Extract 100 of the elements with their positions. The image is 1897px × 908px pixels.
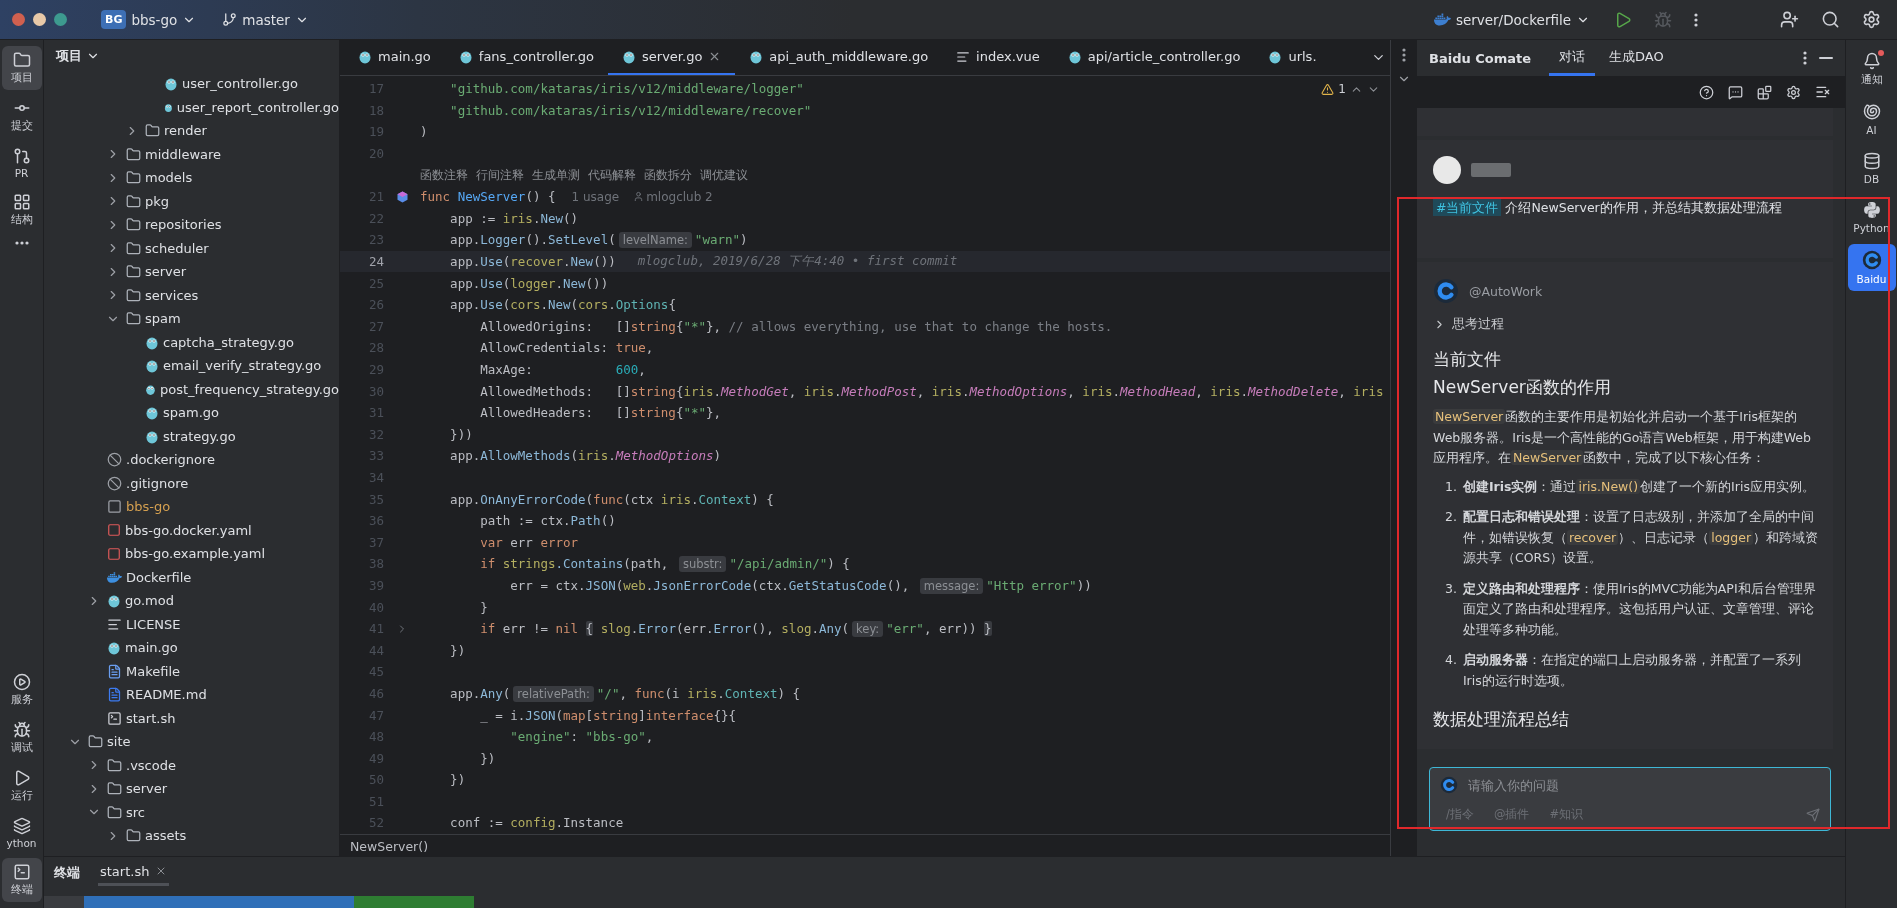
tool-window-button[interactable]: 通知 — [1847, 46, 1896, 93]
project-view-selector[interactable]: 项目 — [56, 47, 100, 65]
tool-window-button[interactable]: DB — [1847, 146, 1896, 191]
comate-logo-icon — [1433, 278, 1459, 304]
tree-item[interactable]: Dockerfile — [44, 565, 339, 589]
tool-window-title: 终端 — [54, 863, 80, 882]
folder-icon — [126, 287, 141, 303]
tool-window-button[interactable]: 服务 — [1, 668, 42, 712]
tool-window-button[interactable]: 提交 — [1, 94, 42, 138]
close-window-control[interactable] — [12, 13, 25, 26]
tool-window-button[interactable]: 终端 — [1, 858, 42, 902]
code-line: MaxAge: 600, — [479, 362, 646, 377]
tree-item[interactable]: pkg — [44, 189, 339, 213]
tree-item[interactable]: start.sh — [44, 706, 339, 730]
minimize-window-control[interactable] — [33, 13, 46, 26]
editor-tab[interactable]: urls. — [1254, 40, 1331, 75]
code-line: err = ctx.JSON(web.JsonErrorCode(ctx.GetStatusCode(), message: "Http error")) — [509, 577, 1092, 593]
tree-item[interactable]: LICENSE — [44, 612, 339, 636]
code-lens-link[interactable]: 行间注释 — [476, 167, 524, 183]
tool-window-button[interactable]: Baidu — [1847, 244, 1896, 291]
author-hint[interactable]: mlogclub 2 — [646, 189, 713, 204]
tree-item[interactable]: server — [44, 260, 339, 284]
folder-icon — [145, 123, 160, 139]
editor-tab[interactable]: api/article_controller.go — [1053, 40, 1255, 75]
folder-icon — [126, 170, 141, 186]
tree-item[interactable]: repositories — [44, 213, 339, 237]
tree-item[interactable]: strategy.go — [44, 424, 339, 448]
folder-icon — [126, 264, 141, 280]
tree-item[interactable]: bbs-go.docker.yaml — [44, 518, 339, 542]
tree-item[interactable]: email_verify_strategy.go — [44, 354, 339, 378]
python-icon — [1862, 201, 1881, 219]
list-number: 2. — [1445, 508, 1457, 526]
tree-item[interactable]: spam — [44, 307, 339, 331]
tree-item[interactable]: README.md — [44, 683, 339, 707]
code-line: app.Use(cors.New(cors.Options{ — [449, 297, 676, 313]
code-lens-link[interactable]: 函数注释 — [420, 167, 468, 183]
editor-tab[interactable]: server.go — [608, 40, 736, 75]
folder-icon — [126, 193, 141, 209]
terminal-tab[interactable]: start.sh — [98, 859, 170, 886]
tree-item[interactable]: bbs-go — [44, 495, 339, 519]
ignore-file-icon — [107, 475, 122, 491]
code-lens-link[interactable]: 调优建议 — [700, 167, 748, 183]
tree-item[interactable]: .gitignore — [44, 471, 339, 495]
breadcrumb[interactable]: NewServer() — [350, 838, 428, 854]
tool-window-button[interactable]: PR — [1, 142, 42, 184]
tool-window-button[interactable]: 调试 — [1, 716, 42, 760]
tree-item[interactable]: captcha_strategy.go — [44, 330, 339, 354]
list-item-text: 启动服务器：在指定的端口上启动服务器，并配置了一系列Iris的运行时选项。 — [1462, 651, 1802, 690]
tool-window-button[interactable]: 结构 — [1, 188, 42, 232]
tree-item[interactable]: bbs-go.example.yaml — [44, 542, 339, 566]
tree-item[interactable]: site — [44, 730, 339, 754]
services-icon — [12, 673, 31, 691]
tree-item[interactable]: user_report_controller.go — [44, 95, 339, 119]
list-item-text: 定义路由和处理程序：使用Iris的MVC功能为API和后台管理界面定义了路由和处理程序。这包括用户认证、文章管理、评论处理等多种功能。 — [1462, 579, 1817, 639]
code-lens-link[interactable]: 生成单测 — [532, 167, 580, 183]
tree-item[interactable]: scheduler — [44, 236, 339, 260]
tree-item[interactable]: .dockerignore — [44, 448, 339, 472]
tree-item[interactable]: .vscode — [44, 753, 339, 777]
tree-item[interactable]: go.mod — [44, 589, 339, 613]
branch-switcher[interactable]: master — [216, 7, 315, 32]
tree-item[interactable]: services — [44, 283, 339, 307]
code-lens-link[interactable]: 函数拆分 — [644, 167, 692, 183]
run-config-selector[interactable]: server/Dockerfile — [1427, 7, 1596, 32]
bug-icon — [12, 721, 31, 739]
zoom-window-control[interactable] — [54, 13, 67, 26]
code-line: conf := config.Instance — [449, 815, 624, 831]
code-line: app.Use(recover.New()) — [449, 254, 616, 270]
code-line: var err error — [479, 534, 579, 550]
tree-item[interactable]: spam.go — [44, 401, 339, 425]
editor-tab[interactable]: index.vue — [942, 40, 1054, 75]
tool-window-button[interactable]: 运行 — [1, 764, 42, 808]
code-lens-link[interactable]: 代码解释 — [588, 167, 636, 183]
tool-window-label: ython — [6, 837, 37, 849]
tool-window-label: 提交 — [10, 119, 33, 133]
tree-item[interactable]: user_controller.go — [44, 72, 339, 96]
code-line: })) — [449, 426, 473, 442]
tool-window-label: 运行 — [10, 789, 33, 803]
tree-item[interactable]: Makefile — [44, 659, 339, 683]
tool-window-button[interactable]: ython — [1, 812, 42, 854]
thinking-toggle[interactable]: 思考过程 — [1433, 316, 1504, 333]
editor-tab[interactable]: main.go — [344, 40, 445, 75]
tree-item[interactable]: render — [44, 119, 339, 143]
tree-item[interactable]: assets — [44, 824, 339, 848]
tree-item[interactable]: middleware — [44, 142, 339, 166]
tree-item[interactable]: src — [44, 800, 339, 824]
tool-window-button[interactable]: AI — [1847, 97, 1896, 142]
tree-item[interactable]: server — [44, 777, 339, 801]
editor-tab[interactable]: api_auth_middleware.go — [735, 40, 943, 75]
tree-item[interactable]: post_frequency_strategy.go — [44, 377, 339, 401]
tree-item[interactable]: main.go — [44, 636, 339, 660]
project-switcher[interactable]: BG bbs-go — [95, 6, 203, 33]
branch-icon — [222, 12, 238, 27]
panel-tab[interactable]: 生成DAO — [1599, 40, 1674, 76]
list-number: 1. — [1445, 477, 1457, 496]
project-badge: BG — [101, 10, 127, 29]
tool-window-label: 调试 — [10, 741, 33, 755]
tree-item[interactable]: models — [44, 166, 339, 190]
tool-window-button[interactable]: 项目 — [1, 46, 42, 90]
gopher-icon — [145, 405, 159, 421]
editor-tab[interactable]: fans_controller.go — [444, 40, 609, 75]
